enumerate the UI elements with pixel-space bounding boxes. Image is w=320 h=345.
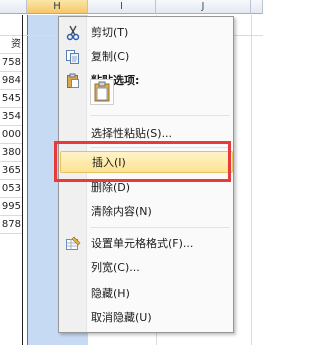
- menu-item-hide[interactable]: 隐藏(H): [60, 283, 233, 305]
- column-border: [22, 15, 23, 345]
- menu-item-clear-contents[interactable]: 清除内容(N): [60, 201, 233, 223]
- copy-icon: [65, 49, 81, 65]
- menu-item-unhide[interactable]: 取消隐藏(U): [60, 307, 233, 329]
- cell[interactable]: 758: [0, 54, 22, 72]
- cell[interactable]: 878: [0, 216, 22, 234]
- column-header-g[interactable]: [0, 0, 27, 14]
- column-header-j[interactable]: J: [156, 0, 251, 14]
- menu-label: 复制(C): [91, 50, 130, 63]
- paste-option-button[interactable]: [90, 79, 114, 105]
- cell[interactable]: 380: [0, 144, 22, 162]
- menu-item-column-width[interactable]: 列宽(C)...: [60, 257, 233, 279]
- menu-label: 列宽(C)...: [91, 261, 140, 274]
- menu-item-paste-options: 粘贴选项:: [60, 70, 233, 92]
- cell[interactable]: 资: [0, 36, 22, 54]
- menu-label: 取消隐藏(U): [91, 311, 152, 324]
- menu-separator: [90, 115, 230, 116]
- cell[interactable]: 984: [0, 72, 22, 90]
- paste-icon: [94, 81, 110, 102]
- menu-separator: [90, 227, 230, 228]
- selection-border: [27, 15, 28, 345]
- cell[interactable]: 000: [0, 126, 22, 144]
- menu-label: 隐藏(H): [91, 287, 130, 300]
- menu-label: 剪切(T): [91, 26, 129, 39]
- cell[interactable]: 365: [0, 162, 22, 180]
- menu-item-cut[interactable]: 剪切(T): [60, 22, 233, 44]
- column-header-h[interactable]: H: [27, 0, 88, 14]
- column-header-row: H I J: [0, 0, 263, 15]
- annotation-highlight-box: [54, 141, 231, 182]
- menu-item-format-cells[interactable]: 设置单元格格式(F)...: [60, 233, 233, 255]
- column-header-i[interactable]: I: [88, 0, 156, 14]
- cell[interactable]: 995: [0, 198, 22, 216]
- column-g-cells: 资 758 984 545 354 000 380 365 053 995 87…: [0, 36, 22, 234]
- menu-label: 清除内容(N): [91, 205, 152, 218]
- cell[interactable]: 545: [0, 90, 22, 108]
- menu-item-copy[interactable]: 复制(C): [60, 46, 233, 68]
- format-cells-icon: [65, 236, 81, 252]
- menu-label: 设置单元格格式(F)...: [91, 237, 194, 250]
- gridline: [251, 15, 252, 345]
- column-header-k[interactable]: [251, 0, 263, 14]
- clipboard-icon: [65, 73, 81, 89]
- cell[interactable]: 053: [0, 180, 22, 198]
- cell[interactable]: 354: [0, 108, 22, 126]
- scissors-icon: [65, 25, 81, 41]
